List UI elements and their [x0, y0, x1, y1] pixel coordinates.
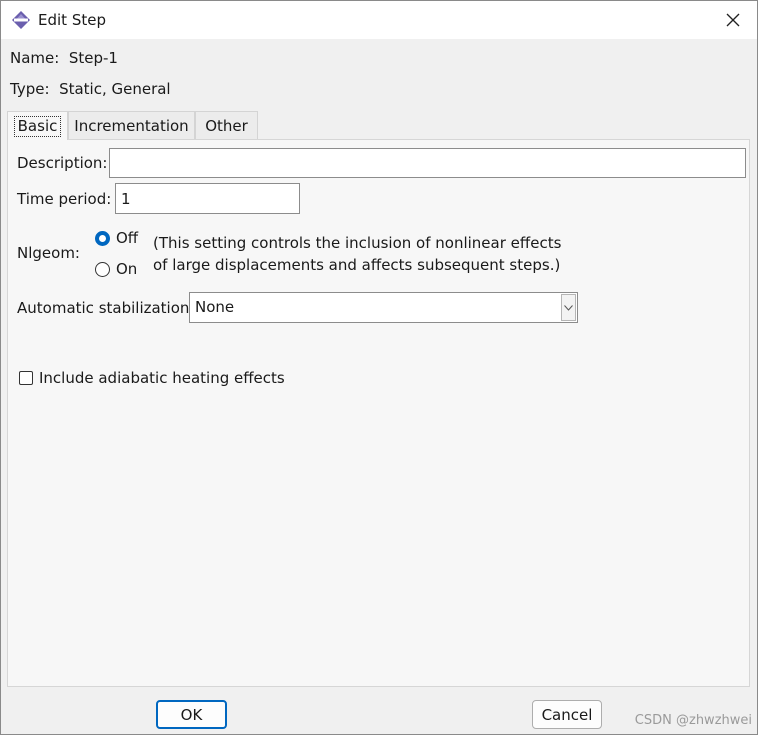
- nlgeom-on-label[interactable]: On: [116, 260, 137, 278]
- close-icon: [726, 13, 740, 27]
- type-label: Type:: [10, 80, 50, 98]
- tab-incrementation[interactable]: Incrementation: [68, 111, 195, 139]
- description-field[interactable]: [109, 148, 746, 178]
- chevron-down-icon: [564, 304, 573, 311]
- title-bar[interactable]: Edit Step: [1, 1, 757, 39]
- step-type-row: Type: Static, General: [10, 80, 171, 98]
- name-value: Step-1: [68, 49, 118, 67]
- name-label: Name:: [10, 49, 60, 67]
- cancel-button[interactable]: Cancel: [532, 700, 602, 729]
- nlgeom-note-line-2: of large displacements and affects subse…: [153, 256, 561, 274]
- nlgeom-off-label[interactable]: Off: [116, 229, 138, 247]
- tab-basic[interactable]: Basic: [7, 111, 68, 140]
- watermark: CSDN @zhwzhwei: [634, 713, 752, 728]
- close-button[interactable]: [717, 5, 749, 35]
- tab-basic-label: Basic: [13, 115, 62, 137]
- edit-step-dialog: Edit Step Name: Step-1 Type: Static, Gen…: [0, 0, 758, 735]
- stabilization-label: Automatic stabilization:: [17, 299, 195, 317]
- tab-other-label: Other: [205, 116, 248, 135]
- nlgeom-label: Nlgeom:: [17, 244, 80, 262]
- tab-incrementation-label: Incrementation: [74, 116, 189, 135]
- adiabatic-checkbox[interactable]: [19, 371, 33, 385]
- type-value: Static, General: [59, 80, 171, 98]
- stabilization-select[interactable]: None: [189, 292, 578, 323]
- time-period-label: Time period:: [17, 190, 112, 208]
- basic-tab-panel: Description: Time period: 1 Nlgeom: Off …: [7, 139, 750, 687]
- nlgeom-note-line-1: (This setting controls the inclusion of …: [153, 234, 562, 252]
- tab-other[interactable]: Other: [195, 111, 258, 139]
- time-period-field[interactable]: 1: [115, 183, 300, 214]
- nlgeom-on-radio[interactable]: [95, 262, 110, 277]
- stabilization-value: None: [195, 298, 235, 316]
- nlgeom-off-radio[interactable]: [95, 231, 110, 246]
- ok-button[interactable]: OK: [156, 700, 227, 729]
- description-label: Description:: [17, 154, 108, 172]
- step-name-row: Name: Step-1: [10, 49, 118, 67]
- adiabatic-label[interactable]: Include adiabatic heating effects: [39, 369, 285, 387]
- abaqus-step-icon: [12, 11, 30, 29]
- dropdown-button[interactable]: [561, 294, 576, 321]
- dialog-title: Edit Step: [38, 11, 106, 29]
